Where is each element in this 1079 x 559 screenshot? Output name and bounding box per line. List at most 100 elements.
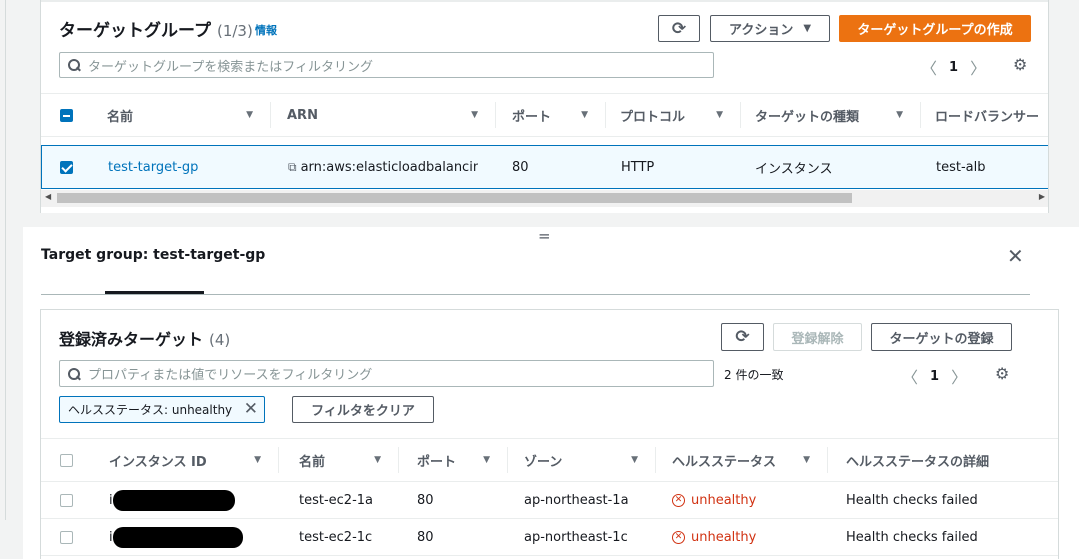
health-status-cell: ✕ unhealthy [672,482,812,518]
health-status-value: unhealthy [691,492,757,508]
col-port[interactable]: ポート ▼ [399,439,508,481]
target-group-name-link[interactable]: test-target-gp [108,146,268,188]
panel-top-border [41,0,1048,2]
select-all-checkbox[interactable] [59,108,73,122]
col-name-label: 名前 [299,454,326,470]
sort-icon: ▼ [716,110,723,120]
arn-value: arn:aws:elasticloadbalancin… [300,159,478,175]
select-all-cell [41,94,91,136]
target-groups-count: (1/3) [216,22,253,40]
refresh-icon: ⟳ [735,327,750,347]
info-link[interactable]: 情報 [255,22,277,38]
name-cell: test-ec2-1c [299,529,373,545]
col-protocol[interactable]: プロトコル ▼ [606,94,741,136]
page-left-border [5,0,6,520]
gear-icon[interactable]: ⚙ [1013,55,1027,74]
zone-cell: ap-northeast-1c [524,529,628,545]
col-health-detail-label: ヘルスステータスの詳細 [846,454,990,470]
col-zone-label: ゾーン [524,454,563,470]
sort-icon: ▼ [803,455,810,465]
health-status-value: unhealthy [691,529,757,545]
deregister-button[interactable]: 登録解除 [773,323,862,351]
col-health-detail[interactable]: ヘルスステータスの詳細 [828,439,1058,481]
split-handle[interactable]: = [538,227,551,245]
name-cell: test-ec2-1a [299,492,374,508]
refresh-button[interactable]: ⟳ [658,15,700,42]
col-name[interactable]: 名前 ▼ [91,94,271,136]
table-row[interactable]: i test-ec2-1a 80 ap-northeast-1a ✕ unheal… [41,482,1058,519]
remove-filter-icon[interactable]: ✕ [244,399,258,419]
health-detail-cell: Health checks failed [846,529,978,545]
col-name[interactable]: 名前 ▼ [279,439,399,481]
chevron-left-icon[interactable]: 〈 [902,364,918,388]
search-placeholder: プロパティまたは値でリソースをフィルタリング [88,368,373,383]
row-select-cell [42,146,90,188]
target-groups-table-header: 名前 ▼ ARN ▼ ポート ▼ プロトコル ▼ ターゲットの種類 ▼ ロードバランサー [41,93,1048,137]
scroll-left-icon[interactable]: ◀ [45,192,51,201]
col-zone[interactable]: ゾーン ▼ [508,439,656,481]
row-select-cell [41,482,91,518]
health-detail-cell: Health checks failed [846,492,978,508]
col-health-status[interactable]: ヘルスステータス ▼ [656,439,828,481]
scroll-right-icon[interactable]: ▶ [1039,192,1045,201]
targets-table-header: インスタンス ID ▼ 名前 ▼ ポート ▼ ゾーン ▼ ヘルスステータス ▼ ヘルスステ… [41,438,1058,482]
port-cell: 80 [512,159,529,175]
page-number[interactable]: 1 [930,369,939,384]
target-group-search-input[interactable]: ターゲットグループを検索またはフィルタリング [59,52,714,78]
select-all-checkbox[interactable] [59,453,73,467]
registered-targets-panel: 登録済みターゲット (4) ⟳ 登録解除 ターゲットの登録 プロパティまたは値でリ… [40,309,1059,559]
row-checkbox[interactable] [59,493,73,507]
search-icon [68,59,80,71]
chevron-right-icon[interactable]: 〉 [951,364,967,388]
col-load-balancer-label: ロードバランサー [935,109,1040,125]
horizontal-scrollbar[interactable]: ◀ ▶ [41,190,1048,207]
protocol-cell: HTTP [621,159,655,175]
table-row[interactable]: i test-ec2-1c 80 ap-northeast-1c ✕ unheal… [41,519,1058,556]
col-load-balancer[interactable]: ロードバランサー [921,94,1048,136]
create-target-group-button[interactable]: ターゲットグループの作成 [839,15,1031,42]
copy-icon[interactable]: ⧉ [288,160,297,175]
gear-icon[interactable]: ⚙ [995,364,1009,383]
port-cell: 80 [417,529,434,545]
col-target-type-label: ターゲットの種類 [755,109,860,125]
col-target-type[interactable]: ターゲットの種類 ▼ [741,94,921,136]
page-number[interactable]: 1 [949,60,958,75]
row-select-cell [41,519,91,555]
filter-token-label: ヘルスステータス: unhealthy [68,403,233,417]
row-checkbox[interactable] [59,530,73,544]
clear-filter-button[interactable]: フィルタをクリア [292,396,434,423]
select-all-cell [41,439,91,481]
zone-cell: ap-northeast-1a [524,492,629,508]
error-icon: ✕ [672,493,685,507]
redaction [113,490,235,511]
col-arn-label: ARN [287,107,318,123]
col-health-status-label: ヘルスステータス [672,454,777,470]
col-instance-id-label: インスタンス ID [109,454,207,470]
chevron-right-icon[interactable]: 〉 [970,55,986,79]
col-port-label: ポート [417,454,457,470]
table-row[interactable]: test-target-gp ⧉ arn:aws:elasticloadbala… [41,145,1048,189]
registered-targets-title: 登録済みターゲット (4) [59,326,230,350]
scroll-thumb[interactable] [57,193,852,203]
refresh-targets-button[interactable]: ⟳ [721,323,764,351]
col-instance-id[interactable]: インスタンス ID ▼ [91,439,279,481]
actions-button[interactable]: アクション ▼ [710,15,830,42]
pagination: 〈 1 〉 [921,55,986,79]
sort-icon: ▼ [254,455,261,465]
redaction [113,527,243,548]
registered-targets-title-text: 登録済みターゲット [59,330,204,349]
port-cell: 80 [417,492,434,508]
sort-icon: ▼ [246,110,253,120]
targets-search-input[interactable]: プロパティまたは値でリソースをフィルタリング [59,360,714,387]
sort-icon: ▼ [631,455,638,465]
match-count: 2 件の一致 [724,368,784,382]
target-groups-title: ターゲットグループ (1/3) [59,16,253,41]
register-targets-button[interactable]: ターゲットの登録 [871,323,1012,351]
col-port[interactable]: ポート ▼ [496,94,606,136]
col-arn[interactable]: ARN ▼ [271,94,496,136]
row-checkbox[interactable] [59,160,73,174]
caret-down-icon: ▼ [803,23,812,34]
close-icon[interactable]: ✕ [1007,244,1024,268]
chevron-left-icon[interactable]: 〈 [921,55,937,79]
target-groups-panel: ターゲットグループ (1/3) 情報 ⟳ アクション ▼ ターゲットグループの作成… [40,0,1049,213]
